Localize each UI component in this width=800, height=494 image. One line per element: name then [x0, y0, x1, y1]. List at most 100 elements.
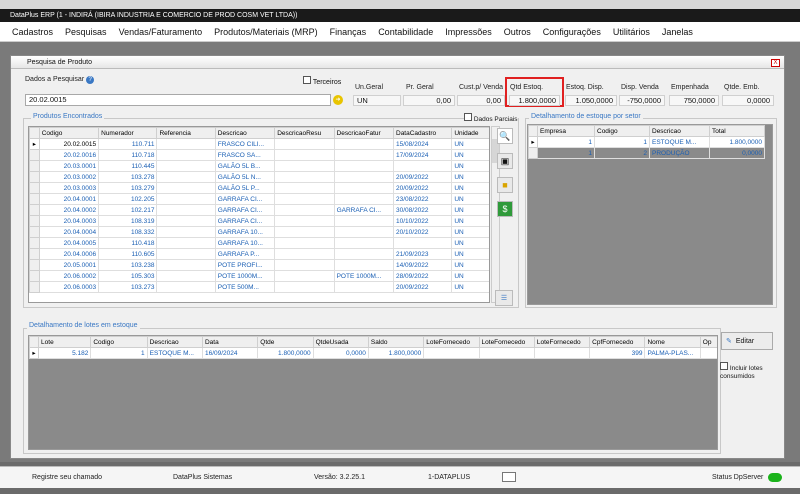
produtos-row[interactable]: 20.04.0001 102.205 GARRAFA CI... 23/08/2022… — [29, 193, 489, 205]
incluir-lotes-checkbox[interactable]: Incluir lotes consumidos — [720, 362, 780, 381]
lotes-col-header[interactable]: LoteFornecedo — [478, 336, 535, 348]
produtos-row[interactable]: 20.03.0001 110.445 GALÃO 5L B... UN — [29, 160, 489, 172]
price-tool-icon[interactable]: $ — [497, 201, 513, 217]
mail-icon[interactable] — [502, 472, 516, 482]
lotes-col-header[interactable]: Saldo — [367, 336, 425, 348]
row-indicator[interactable] — [29, 248, 40, 260]
row-pointer-icon[interactable]: ▸ — [29, 347, 40, 359]
produtos-row[interactable]: 20.04.0004 108.332 GARRAFA 10... 20/10/2022… — [29, 226, 489, 238]
registre-chamado-link[interactable]: Registre seu chamado — [32, 474, 102, 481]
produtos-cell: 20.04.0001 — [38, 193, 100, 205]
row-indicator[interactable] — [528, 147, 538, 159]
produtos-cell — [333, 237, 395, 249]
lotes-col-header[interactable]: LoteFornecedo — [423, 336, 480, 348]
menu-item-pesquisas[interactable]: Pesquisas — [65, 27, 107, 37]
menu-item-contabilidade[interactable]: Contabilidade — [378, 27, 433, 37]
menu-item-produtos-materiais-mrp-[interactable]: Produtos/Materiais (MRP) — [214, 27, 318, 37]
setor-grid[interactable]: Empresa Codigo Descricao Total ▸ 1 1 ESTOQUE M… — [527, 124, 773, 305]
terceiros-checkbox[interactable]: Terceiros — [303, 76, 341, 86]
lotes-col-header[interactable]: Data — [201, 336, 259, 348]
lotes-grid[interactable]: Lote Codigo Descricao Data Qtde QtdeUsada Sald… — [28, 335, 718, 450]
produtos-row[interactable]: 20.04.0005 110.418 GARRAFA 10... UN — [29, 237, 489, 249]
setor-row[interactable]: ▸ 1 1 ESTOQUE M... 1.800,0000 — [528, 136, 765, 148]
produtos-row[interactable]: 20.04.0002 102.217 GARRAFA CI... GARRAFA CI… — [29, 204, 489, 216]
list-tool-icon[interactable]: ☰ — [495, 290, 513, 306]
menu-item-impress-es[interactable]: Impressões — [445, 27, 492, 37]
row-pointer-icon[interactable]: ▸ — [29, 138, 40, 150]
produtos-row[interactable]: 20.02.0016 110.718 FRASCO SA... 17/09/2024 U… — [29, 149, 489, 161]
lotes-col-header[interactable]: CpfFornecedo — [589, 336, 646, 348]
produtos-row[interactable]: 20.06.0003 103.273 POTE 500M... 20/09/2022 U… — [29, 281, 489, 293]
setor-row[interactable]: 1 2 PRODUÇÃO 0,0000 — [528, 147, 765, 159]
row-indicator[interactable] — [29, 160, 40, 172]
empenhada-label: Empenhada — [671, 84, 709, 91]
produtos-row[interactable]: ▸ 20.02.0015 110.711 FRASCO CILI... 15/08/20… — [29, 138, 489, 150]
row-indicator[interactable] — [29, 281, 40, 293]
produtos-cell: 103.279 — [98, 182, 158, 194]
setor-col-header[interactable]: Empresa — [537, 125, 595, 137]
row-indicator[interactable] — [29, 215, 40, 227]
setor-cell: 1 — [537, 147, 595, 159]
close-icon[interactable]: X — [771, 59, 780, 67]
row-indicator[interactable] — [29, 259, 40, 271]
produtos-col-header[interactable]: DataCadastro — [392, 127, 453, 139]
menu-item-utilit-rios[interactable]: Utilitários — [613, 27, 650, 37]
lotes-col-header[interactable]: Codigo — [90, 336, 148, 348]
produtos-col-header[interactable]: DescricaoFatur — [333, 127, 395, 139]
produtos-row[interactable]: 20.06.0002 105.303 POTE 1000M... POTE 1000M… — [29, 270, 489, 282]
produtos-row[interactable]: 20.03.0002 103.278 GALÃO 5L N... 20/09/2022… — [29, 171, 489, 183]
lotes-col-header[interactable]: QtdeUsada — [312, 336, 369, 348]
lotes-row[interactable]: ▸ 5.182 1 ESTOQUE M... 16/09/2024 1.800,0000 0… — [29, 347, 717, 359]
lotes-col-header[interactable]: Lote — [38, 336, 92, 348]
dados-parciais-check-icon[interactable] — [464, 113, 472, 121]
produtos-cell: 28/09/2022 — [392, 270, 453, 282]
row-indicator[interactable] — [29, 226, 40, 238]
produtos-col-header[interactable]: Referencia — [156, 127, 216, 139]
produtos-row[interactable]: 20.03.0003 103.279 GALÃO 5L P... 20/09/2022… — [29, 182, 489, 194]
lotes-col-header[interactable]: Op — [699, 336, 717, 348]
row-indicator[interactable] — [29, 149, 40, 161]
produtos-grid[interactable]: Codigo Numerador Referencia Descricao Descri… — [28, 126, 490, 303]
help-icon[interactable]: ? — [86, 76, 95, 84]
row-pointer-icon[interactable]: ▸ — [528, 136, 538, 148]
box-tool-icon[interactable]: ■ — [497, 177, 513, 193]
row-indicator[interactable] — [29, 237, 40, 249]
editar-button[interactable]: ✎ Editar — [721, 332, 773, 350]
produtos-cell: 20.03.0003 — [38, 182, 100, 194]
lotes-col-header[interactable]: Qtde — [257, 336, 314, 348]
setor-col-header[interactable]: Total — [709, 125, 765, 137]
produtos-col-header[interactable]: DescricaoResu — [274, 127, 335, 139]
menu-item-cadastros[interactable]: Cadastros — [12, 27, 53, 37]
menu-item-configura-es[interactable]: Configurações — [543, 27, 601, 37]
row-indicator[interactable] — [29, 171, 40, 183]
menu-item-janelas[interactable]: Janelas — [662, 27, 693, 37]
search-input[interactable]: 20.02.0015 — [25, 94, 331, 106]
lotes-col-header[interactable]: Descricao — [146, 336, 203, 348]
menu-item-outros[interactable]: Outros — [504, 27, 531, 37]
terceiros-check-icon[interactable] — [303, 76, 311, 84]
produtos-row[interactable]: 20.05.0001 103.238 POTE PROFI... 14/09/2022… — [29, 259, 489, 271]
row-indicator[interactable] — [29, 182, 40, 194]
row-indicator[interactable] — [29, 270, 40, 282]
incluir-lotes-check-icon[interactable] — [720, 362, 728, 370]
copy-tool-icon[interactable]: ▣ — [497, 153, 513, 169]
setor-col-header[interactable]: Descricao — [649, 125, 710, 137]
dados-parciais-checkbox[interactable]: Dados Parciais — [464, 113, 518, 123]
lotes-col-header[interactable]: Nome — [644, 336, 701, 348]
menu-item-finan-as[interactable]: Finanças — [330, 27, 367, 37]
setor-col-header[interactable]: Codigo — [594, 125, 650, 137]
search-tool-icon[interactable]: 🔍 — [497, 128, 513, 144]
produtos-col-header[interactable]: Unidade — [451, 127, 489, 139]
produtos-col-header[interactable]: Codigo — [38, 127, 100, 139]
produtos-row[interactable]: 20.04.0003 108.319 GARRAFA CI... 10/10/2022… — [29, 215, 489, 227]
produtos-col-header[interactable]: Numerador — [98, 127, 158, 139]
produtos-col-header[interactable]: Descricao — [214, 127, 276, 139]
lotes-col-header[interactable]: LoteFornecedo — [533, 336, 591, 348]
menu-item-vendas-faturamento[interactable]: Vendas/Faturamento — [119, 27, 203, 37]
lotes-cell: 0,0000 — [312, 347, 369, 359]
produtos-cell — [156, 182, 216, 194]
produtos-row[interactable]: 20.04.0006 110.605 GARRAFA P... 21/09/2023 U… — [29, 248, 489, 260]
row-indicator[interactable] — [29, 204, 40, 216]
row-indicator[interactable] — [29, 193, 40, 205]
search-go-icon[interactable]: ➜ — [333, 95, 343, 105]
